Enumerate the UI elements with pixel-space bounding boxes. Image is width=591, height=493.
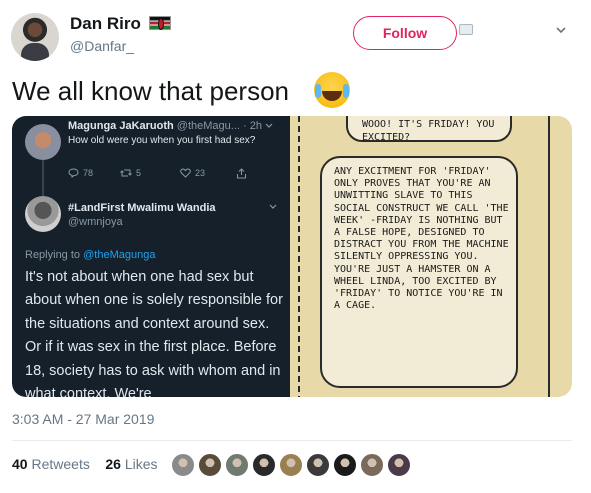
tweet-stats: 40 Retweets 26 Likes [12, 456, 158, 474]
chevron-down-icon [269, 204, 277, 209]
comic-main-text: Any excitment for 'Friday' only proves t… [334, 166, 509, 312]
tweet-header: Dan Riro @Danfar_ Follow [0, 0, 591, 72]
retweet-total[interactable]: 40 [12, 456, 28, 472]
comic-panel: Wooo! It's Friday! You excited? Any exci… [290, 116, 572, 397]
heart-icon [180, 168, 191, 178]
reply-text: It's not about when one had sex but abou… [25, 269, 283, 397]
laughing-emoji-icon [314, 72, 350, 108]
panel-border-dashed [298, 116, 300, 397]
liker-avatar[interactable] [386, 452, 412, 478]
chevron-down-icon[interactable] [555, 24, 567, 36]
comic-top-text: Wooo! It's Friday! You excited? [362, 119, 495, 143]
liker-avatar[interactable] [251, 452, 277, 478]
screenshot-panel: Magunga JaKaruoth @theMagu... · 2h How o… [12, 116, 290, 397]
kenya-flag-icon [149, 16, 171, 30]
share-icon [237, 168, 246, 179]
follow-badge-icon [459, 24, 473, 35]
tweet-media[interactable]: Magunga JaKaruoth @theMagu... · 2h How o… [12, 116, 572, 397]
liker-avatar[interactable] [359, 452, 385, 478]
like-stat: 23 [180, 168, 205, 178]
tweet-text: We all know that person [12, 76, 289, 106]
quoted-text: How old were you when you first had sex? [68, 135, 256, 146]
retweet-label[interactable]: Retweets [31, 456, 89, 472]
tweet-timestamp[interactable]: 3:03 AM - 27 Mar 2019 [12, 411, 154, 427]
like-label[interactable]: Likes [125, 456, 158, 472]
replying-to: Replying to @theMagunga [25, 249, 155, 261]
reply-author-handle: @wmnjoya [68, 216, 123, 228]
share-stat [236, 168, 247, 179]
liker-avatar[interactable] [305, 452, 331, 478]
reply-stat: 78 [68, 168, 93, 178]
reply-count: 78 [83, 168, 94, 178]
quoted-meta: @theMagu... · 2h [176, 120, 262, 132]
reply-author-name: #LandFirst Mwalimu Wandia [68, 202, 216, 214]
replying-link: @theMagunga [83, 249, 156, 261]
quoted-stats: 78 5 23 [68, 168, 278, 182]
display-name[interactable]: Dan Riro [70, 14, 141, 34]
user-handle[interactable]: @Danfar_ [70, 38, 134, 54]
liker-avatar[interactable] [197, 452, 223, 478]
like-total[interactable]: 26 [105, 456, 121, 472]
thread-line [42, 160, 44, 200]
like-count: 23 [195, 168, 206, 178]
retweet-stat: 5 [120, 168, 141, 178]
quoted-author: Magunga JaKaruoth @theMagu... · 2h [68, 120, 273, 132]
liker-avatar[interactable] [332, 452, 358, 478]
avatar[interactable] [11, 13, 59, 61]
replying-prefix: Replying to [25, 249, 81, 261]
chevron-down-icon [265, 123, 273, 128]
quoted-avatar [25, 124, 61, 160]
liker-avatar[interactable] [224, 452, 250, 478]
reply-avatar [25, 196, 61, 232]
follow-button[interactable]: Follow [353, 16, 457, 50]
quoted-name: Magunga JaKaruoth [68, 120, 174, 132]
reply-icon [68, 168, 79, 178]
retweet-count: 5 [136, 168, 142, 178]
liker-avatar[interactable] [170, 452, 196, 478]
retweet-icon [120, 169, 132, 177]
divider [12, 440, 572, 441]
panel-border [548, 116, 550, 397]
liker-avatar[interactable] [278, 452, 304, 478]
